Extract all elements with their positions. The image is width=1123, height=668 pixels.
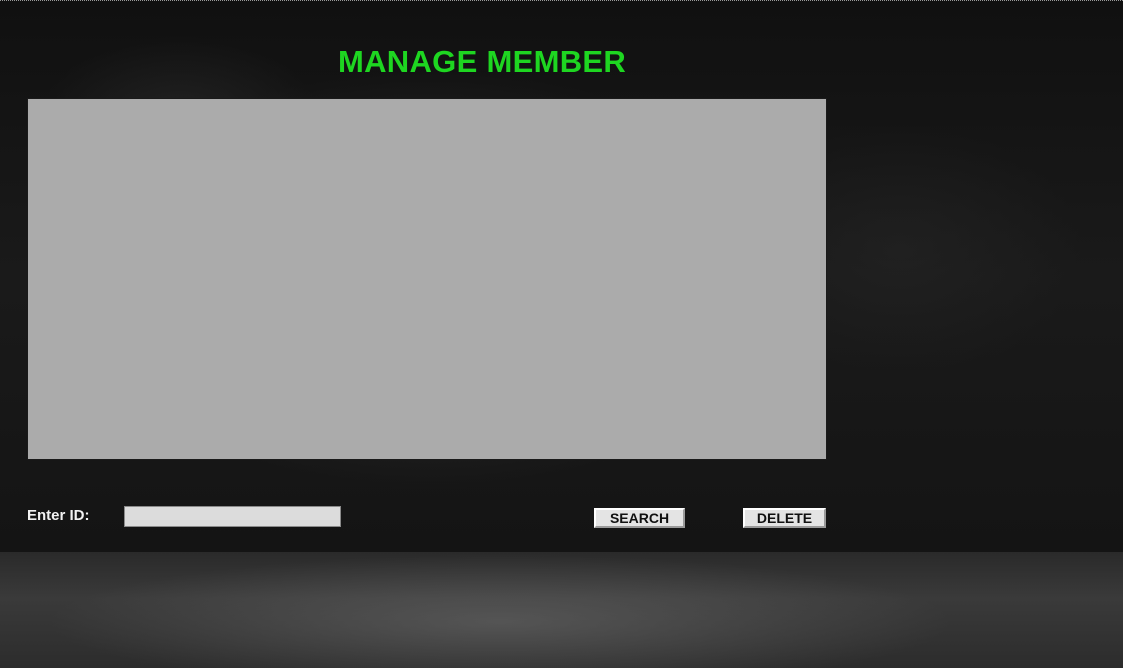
page-title: MANAGE MEMBER (338, 44, 627, 79)
window-top-border (0, 0, 1123, 2)
id-input[interactable] (124, 506, 341, 527)
search-button[interactable]: SEARCH (594, 508, 685, 528)
member-table[interactable] (27, 98, 827, 460)
background-floor (0, 552, 1123, 668)
id-label: Enter ID: (27, 507, 90, 524)
delete-button[interactable]: DELETE (743, 508, 826, 528)
